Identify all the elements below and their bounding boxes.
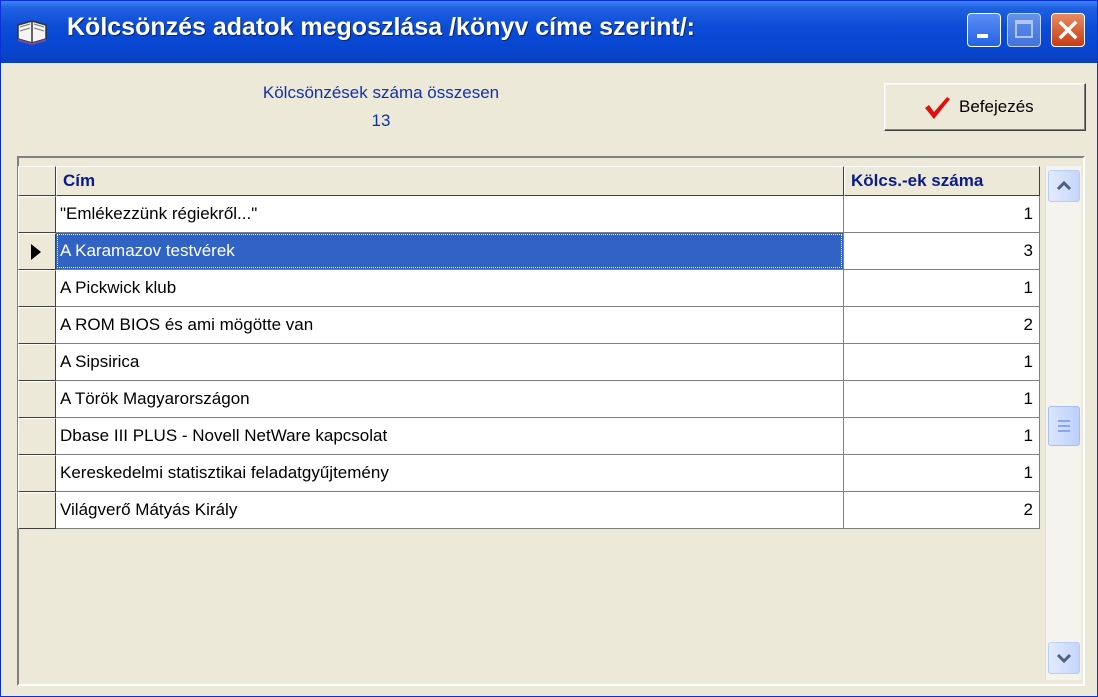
title-text: Dbase III PLUS - Novell NetWare kapcsola… bbox=[60, 426, 388, 445]
table-row-selected[interactable]: A Karamazov testvérek 3 bbox=[18, 233, 1040, 270]
title-text: A Pickwick klub bbox=[60, 278, 177, 297]
count-text: 1 bbox=[1023, 463, 1033, 482]
grip-line bbox=[1058, 425, 1070, 427]
count-cell[interactable]: 3 bbox=[844, 233, 1040, 270]
count-cell[interactable]: 1 bbox=[844, 381, 1040, 418]
maximize-icon bbox=[1015, 20, 1033, 38]
count-text: 1 bbox=[1023, 204, 1033, 223]
scroll-thumb[interactable] bbox=[1048, 406, 1080, 446]
column-header-count-label: Kölcs.-ek száma bbox=[851, 171, 984, 190]
summary-total: 13 bbox=[371, 111, 391, 130]
count-cell[interactable]: 1 bbox=[844, 270, 1040, 307]
count-text: 3 bbox=[1023, 241, 1033, 260]
title-text: Kereskedelmi statisztikai feladatgyűjtem… bbox=[60, 463, 389, 482]
title-cell[interactable]: Dbase III PLUS - Novell NetWare kapcsola… bbox=[56, 418, 844, 455]
count-cell[interactable]: 1 bbox=[844, 455, 1040, 492]
count-text: 2 bbox=[1023, 500, 1033, 519]
table-row[interactable]: A Pickwick klub 1 bbox=[18, 270, 1040, 307]
count-cell[interactable]: 2 bbox=[844, 307, 1040, 344]
title-text: "Emlékezzünk régiekről..." bbox=[60, 204, 258, 223]
table-row[interactable]: Dbase III PLUS - Novell NetWare kapcsola… bbox=[18, 418, 1040, 455]
count-text: 2 bbox=[1023, 315, 1033, 334]
title-text: A Karamazov testvérek bbox=[60, 241, 235, 260]
count-cell[interactable]: 1 bbox=[844, 344, 1040, 381]
title-cell[interactable]: A Karamazov testvérek bbox=[56, 233, 844, 270]
row-indicator-header bbox=[18, 166, 56, 196]
column-header-count[interactable]: Kölcs.-ek száma bbox=[844, 166, 1040, 196]
title-cell[interactable]: A ROM BIOS és ami mögötte van bbox=[56, 307, 844, 344]
summary-label: Kölcsönzések száma összesen bbox=[262, 83, 500, 102]
row-indicator[interactable] bbox=[18, 381, 56, 418]
minimize-button[interactable] bbox=[967, 13, 1001, 47]
maximize-button[interactable] bbox=[1007, 13, 1041, 47]
title-text: A ROM BIOS és ami mögötte van bbox=[60, 315, 314, 334]
row-indicator[interactable] bbox=[18, 196, 56, 233]
table-row[interactable]: A Sipsirica 1 bbox=[18, 344, 1040, 381]
book-icon bbox=[17, 20, 47, 45]
title-text: Világverő Mátyás Király bbox=[60, 500, 238, 519]
count-cell[interactable]: 2 bbox=[844, 492, 1040, 529]
row-indicator[interactable] bbox=[18, 455, 56, 492]
title-text: A Sipsirica bbox=[60, 352, 140, 371]
grip-line bbox=[1058, 430, 1070, 432]
title-bar[interactable]: Kölcsönzés adatok megoszlása /könyv címe… bbox=[1, 1, 1097, 63]
count-cell[interactable]: 1 bbox=[844, 196, 1040, 233]
title-cell[interactable]: Világverő Mátyás Király bbox=[56, 492, 844, 529]
title-text: A Török Magyarországon bbox=[60, 389, 250, 408]
table-row[interactable]: Kereskedelmi statisztikai feladatgyűjtem… bbox=[18, 455, 1040, 492]
vertical-scrollbar[interactable] bbox=[1045, 166, 1081, 680]
table-row[interactable]: Világverő Mátyás Király 2 bbox=[18, 492, 1040, 529]
count-cell[interactable]: 1 bbox=[844, 418, 1040, 455]
row-indicator[interactable] bbox=[18, 418, 56, 455]
count-text: 1 bbox=[1023, 278, 1033, 297]
title-cell[interactable]: "Emlékezzünk régiekről..." bbox=[56, 196, 844, 233]
count-text: 1 bbox=[1023, 352, 1033, 371]
window-title: Kölcsönzés adatok megoszlása /könyv címe… bbox=[67, 13, 696, 41]
row-indicator[interactable] bbox=[18, 344, 56, 381]
grip-line bbox=[1058, 420, 1070, 422]
title-cell[interactable]: A Pickwick klub bbox=[56, 270, 844, 307]
table-row[interactable]: A Török Magyarországon 1 bbox=[18, 381, 1040, 418]
checkmark-icon bbox=[925, 97, 950, 119]
column-header-title[interactable]: Cím bbox=[56, 166, 844, 196]
column-header-title-label: Cím bbox=[63, 171, 96, 190]
count-text: 1 bbox=[1023, 389, 1033, 408]
row-indicator[interactable] bbox=[18, 492, 56, 529]
finish-button[interactable]: Befejezés bbox=[884, 83, 1086, 131]
title-cell[interactable]: Kereskedelmi statisztikai feladatgyűjtem… bbox=[56, 455, 844, 492]
close-button[interactable] bbox=[1051, 13, 1085, 47]
chevron-up-icon bbox=[1056, 180, 1072, 191]
table-row[interactable]: "Emlékezzünk régiekről..." 1 bbox=[18, 196, 1040, 233]
scroll-up-button[interactable] bbox=[1048, 170, 1080, 202]
minimize-icon bbox=[977, 34, 988, 38]
title-cell[interactable]: A Sipsirica bbox=[56, 344, 844, 381]
title-cell[interactable]: A Török Magyarországon bbox=[56, 381, 844, 418]
current-row-pointer-icon bbox=[31, 244, 41, 260]
app-window: Kölcsönzés adatok megoszlása /könyv címe… bbox=[0, 0, 1098, 697]
row-indicator[interactable] bbox=[18, 307, 56, 344]
chevron-down-icon bbox=[1056, 653, 1072, 664]
row-indicator[interactable] bbox=[18, 233, 56, 270]
scroll-down-button[interactable] bbox=[1048, 642, 1080, 674]
close-icon bbox=[1058, 20, 1078, 40]
table-row[interactable]: A ROM BIOS és ami mögötte van 2 bbox=[18, 307, 1040, 344]
row-indicator[interactable] bbox=[18, 270, 56, 307]
finish-button-label: Befejezés bbox=[959, 97, 1034, 116]
count-text: 1 bbox=[1023, 426, 1033, 445]
